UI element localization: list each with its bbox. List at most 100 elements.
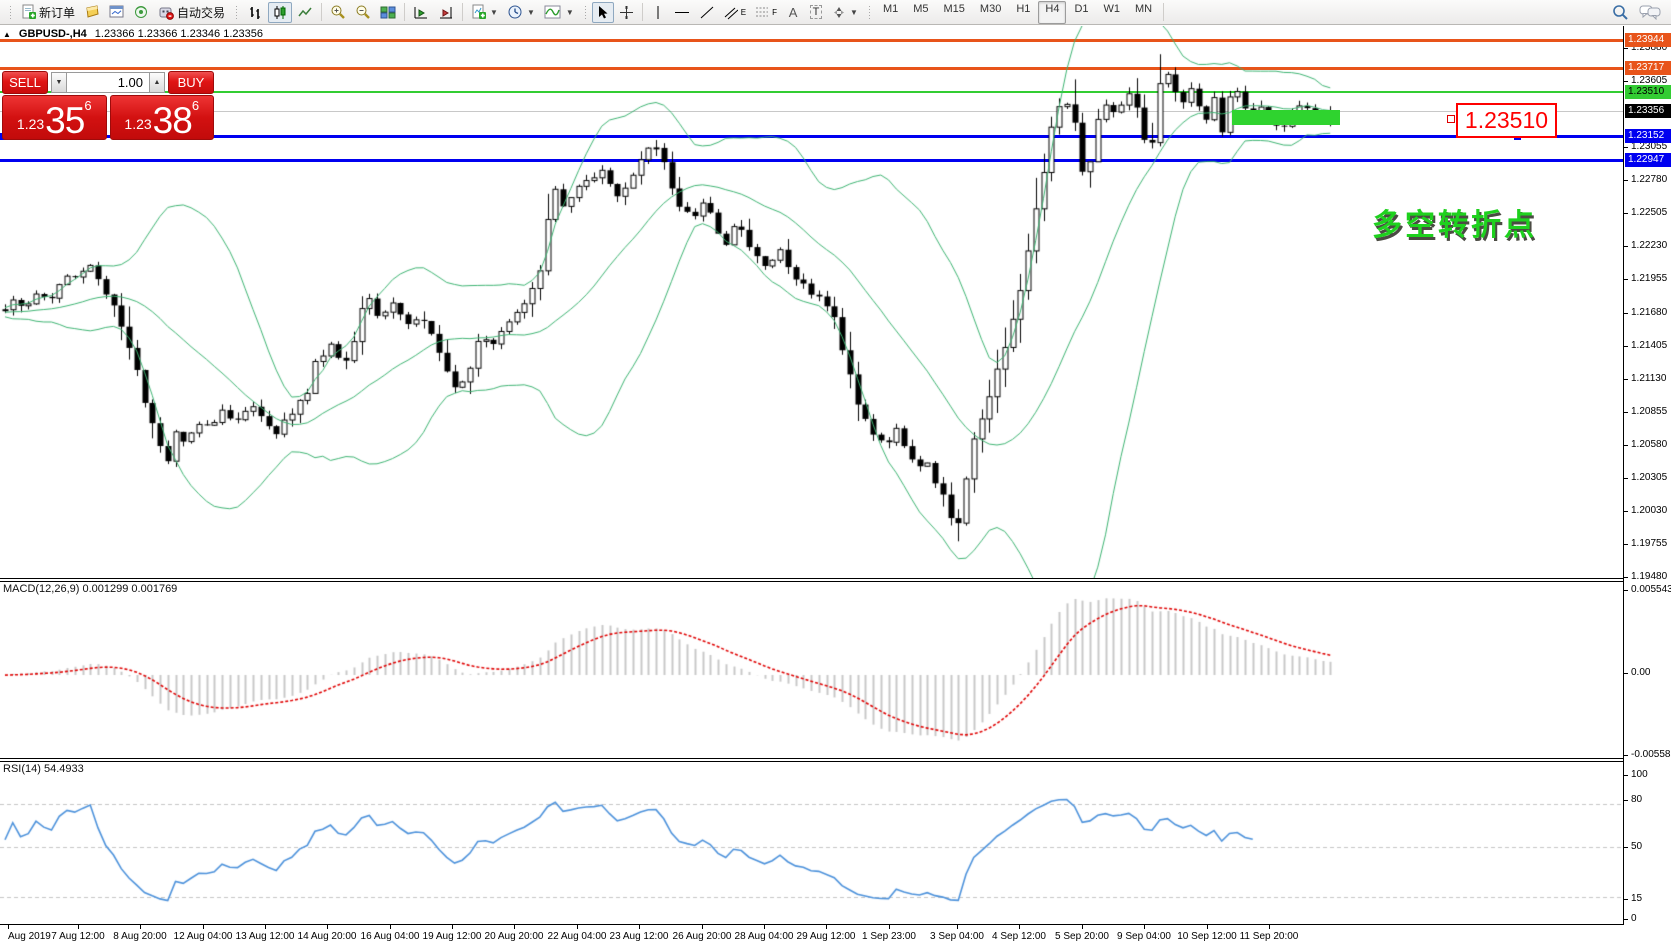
time-axis[interactable]: Aug 20197 Aug 12:008 Aug 20:0012 Aug 04:… [0,925,1671,948]
price-tick-label: 1.19480 [1631,571,1667,582]
zoom-in-button[interactable] [326,2,350,23]
timeframe-h4[interactable]: H4 [1038,1,1066,24]
annotation-text[interactable]: 多空转折点 [1372,200,1537,244]
line-anchor-marker[interactable] [1447,115,1455,123]
toolbar-grip[interactable] [234,4,238,20]
price-tag: 1.23717 [1625,61,1671,75]
price-tick-label: 1.20305 [1631,472,1667,483]
trendline-icon [699,5,715,20]
time-tick-mark [514,925,515,929]
time-tick-mark [327,925,328,929]
sell-price-prefix: 1.23 [17,111,44,137]
price-callout-box[interactable]: 1.23510 [1456,103,1557,138]
timeframe-m1[interactable]: M1 [876,1,905,24]
price-tick-label: 1.20580 [1631,439,1667,450]
axis-tick-mark [1624,478,1628,479]
axis-tick-mark [1624,147,1628,148]
toolbar-grip[interactable] [867,4,871,20]
rsi-panel[interactable]: RSI(14) 54.4933 [0,761,1623,924]
rsi-canvas [0,761,1623,924]
profiles-button[interactable]: ▼ [503,2,539,23]
sell-button[interactable]: SELL [2,71,48,94]
timeframe-m15[interactable]: M15 [937,1,972,24]
sell-price-pip: 6 [84,100,91,112]
candlestick-mode-button[interactable] [268,2,292,23]
auto-trading-button[interactable]: 自动交易 [154,2,229,23]
timeframe-h1[interactable]: H1 [1009,1,1037,24]
toolbar-grip[interactable] [583,4,587,20]
macd-panel[interactable]: MACD(12,26,9) 0.001299 0.001769 [0,581,1623,758]
new-order-button[interactable]: 新订单 [17,2,79,23]
axis-tick-mark [1624,919,1628,920]
price-tick-label: 1.21405 [1631,340,1667,351]
timeframe-d1[interactable]: D1 [1067,1,1095,24]
panel-separator[interactable] [0,578,1671,579]
panel-separator[interactable] [0,761,1671,762]
vertical-line-tool-button[interactable] [647,2,669,23]
sell-price-display[interactable]: 1.23 35 6 [2,95,107,140]
auto-scroll-button[interactable] [409,2,433,23]
time-tick-label: 13 Aug 12:00 [230,931,300,942]
zoom-out-button[interactable] [351,2,375,23]
data-window-button[interactable] [105,2,129,23]
tile-windows-button[interactable] [376,2,400,23]
chat-icon[interactable] [1639,4,1661,20]
buy-button[interactable]: BUY [168,71,214,94]
time-tick-mark [203,925,204,929]
new-chart-button[interactable]: ▼ [467,2,502,23]
text-label-tool-button[interactable]: T [805,2,827,23]
buy-price-display[interactable]: 1.23 38 6 [110,95,215,140]
axis-tick-mark [1624,412,1628,413]
navigator-button[interactable] [130,2,153,23]
axis-tick-mark [1624,379,1628,380]
search-icon[interactable] [1612,4,1629,21]
time-tick-mark [764,925,765,929]
cursor-tool-button[interactable] [592,2,614,23]
crosshair-tool-button[interactable] [615,2,638,23]
signal-icon [134,5,149,19]
toolbar-grip[interactable] [8,4,12,20]
highlight-rectangle[interactable] [1232,110,1340,125]
time-tick-label: 14 Aug 20:00 [292,931,362,942]
trendline-tool-button[interactable] [695,2,719,23]
clock-icon [507,4,523,20]
candlestick-canvas[interactable] [0,26,1623,578]
channel-tool-button[interactable]: E [720,2,750,23]
time-tick-label: 26 Aug 20:00 [667,931,737,942]
timeframe-w1[interactable]: W1 [1097,1,1128,24]
chart-shift-button[interactable] [434,2,458,23]
macd-scale-label: 0.005543 [1631,584,1671,595]
direction-up-icon: ▲ [3,30,11,39]
text-tool-letter: A [789,5,798,20]
chevron-down-icon: ▼ [850,8,858,17]
bar-chart-mode-button[interactable] [243,2,267,23]
fibonacci-tool-button[interactable]: F [751,2,781,23]
timeframe-m5[interactable]: M5 [906,1,935,24]
rsi-scale-label: 15 [1631,893,1642,904]
auto-scroll-icon [413,5,429,20]
time-tick-mark [957,925,958,929]
time-tick-label: 12 Aug 04:00 [168,931,238,942]
price-tick-label: 1.23055 [1631,141,1667,152]
price-tag: 1.23944 [1625,33,1671,47]
price-axis[interactable]: 1.238801.236051.230551.227801.225051.222… [1623,26,1671,925]
arrows-tool-button[interactable]: ▼ [828,2,862,23]
time-tick-mark [78,925,79,929]
panel-separator[interactable] [0,758,1671,759]
text-tool-button[interactable]: A [782,2,804,23]
volume-input[interactable]: 1.00 [67,72,149,93]
price-chart[interactable]: ▲ GBPUSD-,H4 1.23366 1.23366 1.23346 1.2… [0,26,1623,578]
timeframe-m30[interactable]: M30 [973,1,1008,24]
one-click-trading-panel: SELL ▼ 1.00 ▲ BUY 1.23 35 6 1.23 38 6 [2,72,214,140]
volume-increase-button[interactable]: ▲ [149,72,165,93]
market-watch-button[interactable] [80,2,104,23]
timeframe-mn[interactable]: MN [1128,1,1159,24]
price-tick-label: 1.21130 [1631,373,1666,384]
panel-separator[interactable] [0,581,1671,582]
time-tick-label: 22 Aug 04:00 [542,931,612,942]
horizontal-line-tool-button[interactable] [670,2,694,23]
line-chart-mode-button[interactable] [293,2,317,23]
volume-decrease-button[interactable]: ▼ [51,72,67,93]
axis-tick-mark [1624,180,1628,181]
indicators-button[interactable]: ▼ [540,2,578,23]
